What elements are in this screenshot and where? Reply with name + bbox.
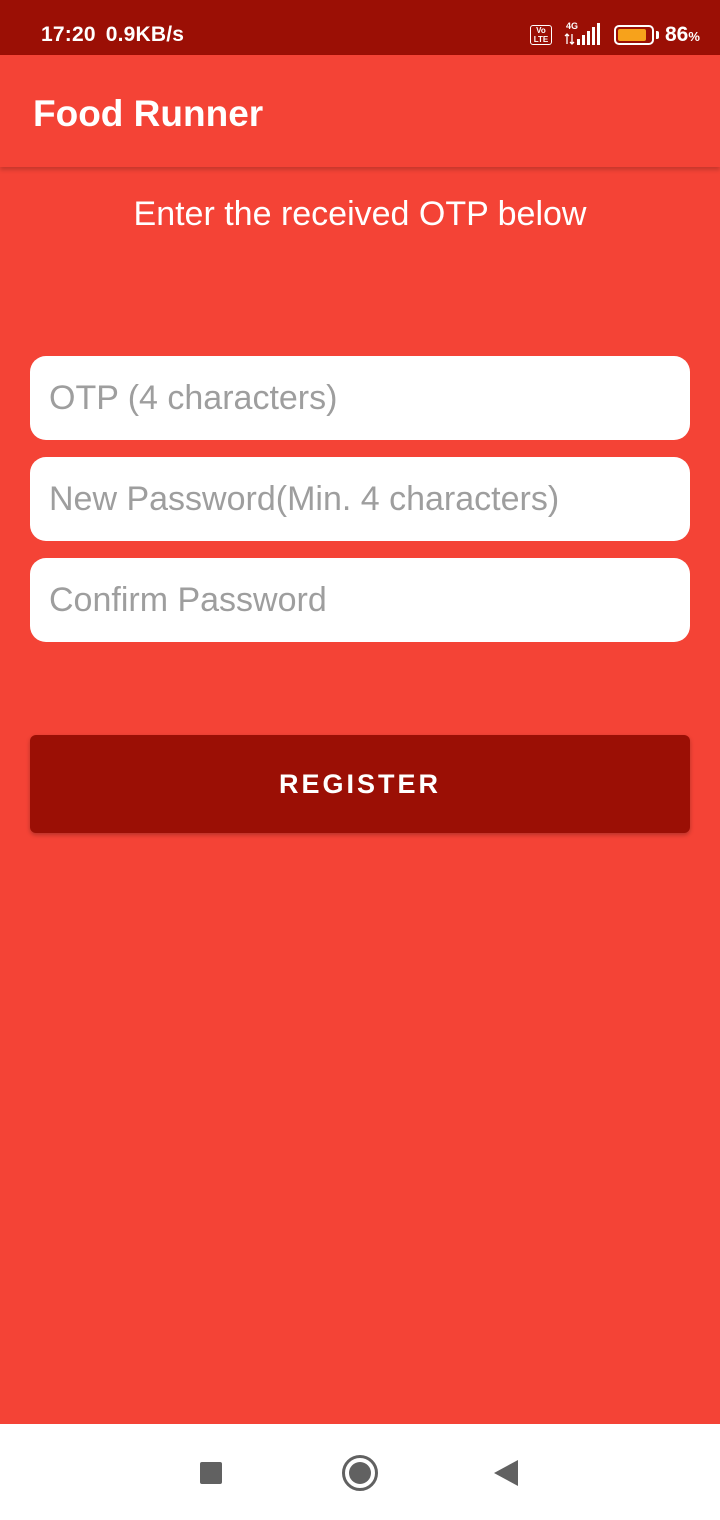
status-time: 17:20 — [41, 23, 96, 46]
volte-icon: Vo LTE — [530, 25, 552, 45]
battery-fill — [618, 29, 646, 41]
battery-percent-symbol: % — [688, 29, 700, 44]
back-icon[interactable] — [494, 1460, 518, 1486]
app-title: Food Runner — [33, 93, 264, 134]
battery-percent-value: 86 — [665, 23, 689, 46]
home-icon[interactable] — [342, 1455, 378, 1491]
status-left: 17:20 0.9KB/s — [41, 23, 184, 47]
network-type-label: 4G — [566, 21, 578, 31]
confirm-password-input[interactable] — [30, 558, 690, 642]
home-icon-dot — [349, 1462, 371, 1484]
otp-input[interactable] — [30, 356, 690, 440]
signal-icon: 4G — [564, 21, 600, 45]
battery-tip — [656, 31, 659, 39]
status-bar: 17:20 0.9KB/s Vo LTE 4G 86% — [0, 0, 720, 55]
network-speed: 0.9KB/s — [105, 23, 185, 46]
otp-instruction: Enter the received OTP below — [133, 195, 587, 233]
recents-icon[interactable] — [200, 1462, 222, 1484]
navigation-bar — [0, 1424, 720, 1520]
app-bar: Food Runner — [0, 55, 720, 167]
new-password-input[interactable] — [30, 457, 690, 541]
battery-percent: 86% — [665, 23, 700, 47]
register-button[interactable]: REGISTER — [30, 735, 690, 833]
battery-icon — [614, 25, 654, 45]
